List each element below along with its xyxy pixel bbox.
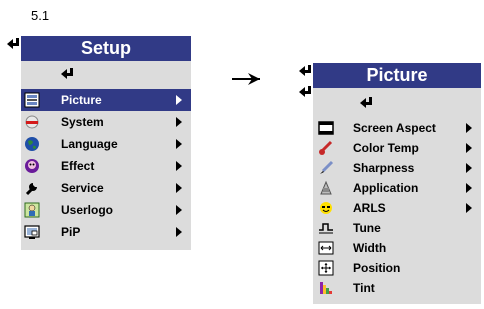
setup-item-service[interactable]: Service: [21, 177, 191, 199]
picture-menu: Screen Aspect Color Temp Sharpness Appli…: [313, 88, 481, 304]
submenu-arrow-icon: [466, 203, 472, 213]
picture-item-application[interactable]: Application: [313, 177, 481, 199]
setup-item-userlogo[interactable]: Userlogo: [21, 199, 191, 221]
setup-item-label: Service: [61, 181, 104, 195]
picture-item-width[interactable]: Width: [313, 237, 481, 259]
menu-back-icon[interactable]: [59, 67, 75, 81]
sharpness-icon: [318, 160, 334, 176]
submenu-arrow-icon: [176, 95, 182, 105]
color-temp-icon: [318, 140, 334, 156]
picture-item-arls[interactable]: ARLS: [313, 197, 481, 219]
service-icon: [24, 180, 40, 196]
picture-menu-title: Picture: [366, 65, 428, 85]
picture-item-label: Color Temp: [353, 141, 419, 155]
picture-item-color-temp[interactable]: Color Temp: [313, 137, 481, 159]
picture-item-position[interactable]: Position: [313, 257, 481, 279]
picture-item-label: ARLS: [353, 201, 386, 215]
picture-item-label: Position: [353, 261, 401, 275]
arls-icon: [318, 200, 334, 216]
figure-label: 5.1: [31, 8, 50, 23]
submenu-arrow-icon: [176, 139, 182, 149]
back-return-icon-secondary[interactable]: [297, 85, 313, 99]
picture-item-tint[interactable]: Tint: [313, 277, 481, 299]
navigation-arrow-icon: [232, 73, 260, 85]
submenu-arrow-icon: [466, 163, 472, 173]
picture-menu-header: Picture: [313, 63, 481, 88]
setup-item-picture[interactable]: Picture: [21, 89, 191, 111]
submenu-arrow-icon: [466, 143, 472, 153]
submenu-arrow-icon: [466, 123, 472, 133]
picture-item-screen-aspect[interactable]: Screen Aspect: [313, 117, 481, 139]
language-icon: [24, 136, 40, 152]
setup-item-label: Userlogo: [61, 203, 114, 217]
submenu-arrow-icon: [176, 161, 182, 171]
submenu-arrow-icon: [176, 117, 182, 127]
back-return-icon[interactable]: [5, 37, 21, 51]
picture-item-label: Screen Aspect: [353, 121, 436, 135]
menu-back-icon[interactable]: [358, 96, 374, 110]
picture-item-tune[interactable]: Tune: [313, 217, 481, 239]
submenu-arrow-icon: [176, 183, 182, 193]
picture-item-label: Tint: [353, 281, 375, 295]
picture-item-label: Tune: [353, 221, 381, 235]
picture-item-label: Application: [353, 181, 419, 195]
back-return-icon[interactable]: [297, 64, 313, 78]
setup-item-label: Effect: [61, 159, 95, 173]
picture-item-label: Width: [353, 241, 387, 255]
system-icon: [24, 114, 40, 130]
picture-item-label: Sharpness: [353, 161, 415, 175]
position-icon: [318, 260, 334, 276]
setup-item-language[interactable]: Language: [21, 133, 191, 155]
width-icon: [318, 240, 334, 256]
setup-item-label: Picture: [61, 93, 102, 107]
submenu-arrow-icon: [466, 183, 472, 193]
picture-item-sharpness[interactable]: Sharpness: [313, 157, 481, 179]
tint-icon: [318, 280, 334, 296]
pip-icon: [24, 224, 40, 240]
picture-icon: [24, 92, 40, 108]
setup-item-label: System: [61, 115, 104, 129]
setup-menu: Picture System Language Effect Service U…: [21, 61, 191, 250]
setup-item-pip[interactable]: PiP: [21, 221, 191, 243]
application-icon: [318, 180, 334, 196]
tune-icon: [318, 220, 334, 236]
userlogo-icon: [24, 202, 40, 218]
screen-aspect-icon: [318, 120, 334, 136]
setup-item-label: PiP: [61, 225, 81, 239]
submenu-arrow-icon: [176, 205, 182, 215]
setup-item-effect[interactable]: Effect: [21, 155, 191, 177]
setup-item-system[interactable]: System: [21, 111, 191, 133]
setup-menu-header: Setup: [21, 36, 191, 61]
effect-icon: [24, 158, 40, 174]
submenu-arrow-icon: [176, 227, 182, 237]
setup-menu-title: Setup: [80, 38, 131, 58]
setup-item-label: Language: [61, 137, 118, 151]
